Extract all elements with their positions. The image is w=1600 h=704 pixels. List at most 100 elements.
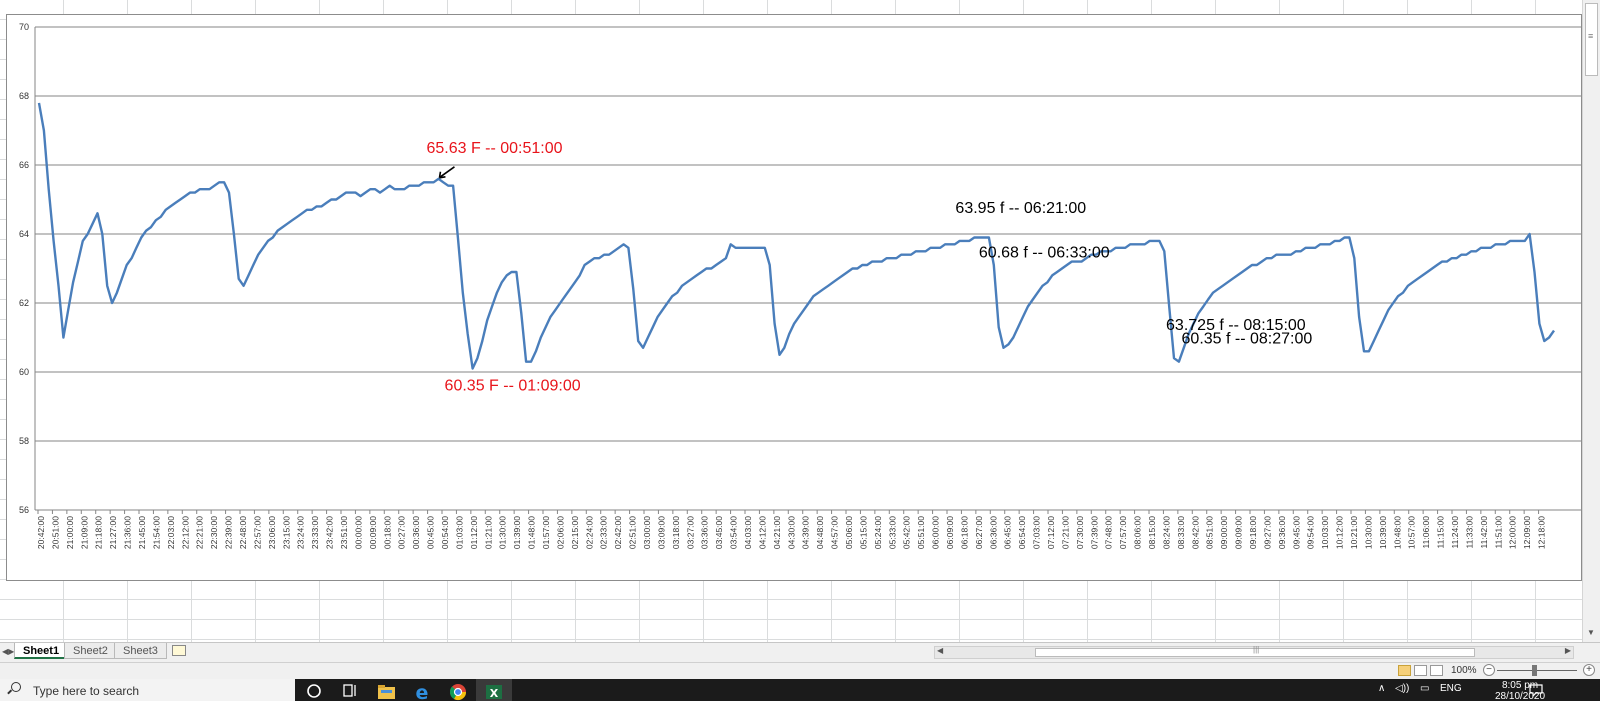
chrome-icon[interactable] bbox=[440, 679, 476, 701]
network-icon[interactable]: ▭ bbox=[1420, 683, 1429, 694]
x-tick-label: 10:03:00 bbox=[1320, 516, 1330, 549]
x-tick-label: 08:24:00 bbox=[1161, 516, 1171, 549]
x-tick-label: 21:18:00 bbox=[94, 516, 104, 549]
svg-text:e: e bbox=[416, 682, 429, 701]
x-tick-label: 06:00:00 bbox=[931, 516, 941, 549]
x-tick-label: 02:42:00 bbox=[613, 516, 623, 549]
x-tick-label: 23:06:00 bbox=[267, 516, 277, 549]
scroll-grip-icon: ≡ bbox=[1588, 31, 1594, 41]
x-tick-label: 06:45:00 bbox=[1003, 516, 1013, 549]
x-tick-label: 00:00:00 bbox=[353, 516, 363, 549]
horizontal-scrollbar[interactable]: ◀ ||| ▶ bbox=[934, 645, 1574, 659]
y-tick-label: 64 bbox=[19, 229, 29, 239]
chart-area[interactable]: 56 58 60 62 64 66 68 70 20:42:00 20:51:00 21:00:00… bbox=[6, 14, 1582, 581]
tab-sheet2[interactable]: Sheet2 bbox=[64, 643, 117, 659]
series-line bbox=[37, 102, 1555, 370]
x-tick-label: 11:42:00 bbox=[1479, 516, 1489, 549]
x-tick-label: 07:12:00 bbox=[1046, 516, 1056, 549]
y-tick-label: 70 bbox=[19, 22, 29, 32]
volume-icon[interactable]: ◁)) bbox=[1395, 683, 1409, 694]
x-tick-label: 05:24:00 bbox=[873, 516, 883, 549]
scroll-right-arrow-icon[interactable]: ▶ bbox=[1565, 646, 1571, 655]
x-tick-label: 02:24:00 bbox=[584, 516, 594, 549]
x-tick-label: 03:54:00 bbox=[729, 516, 739, 549]
normal-view-icon[interactable] bbox=[1398, 665, 1411, 676]
x-tick-label: 21:36:00 bbox=[123, 516, 133, 549]
x-tick-label: 10:48:00 bbox=[1392, 516, 1402, 549]
file-explorer-icon[interactable] bbox=[368, 679, 404, 701]
x-tick-label: 09:27:00 bbox=[1262, 516, 1272, 549]
x-tick-label: 22:21:00 bbox=[195, 516, 205, 549]
x-tick-label: 03:09:00 bbox=[656, 516, 666, 549]
x-tick-label: 07:30:00 bbox=[1075, 516, 1085, 549]
annotation-label: 60.35 f -- 08:27:00 bbox=[1182, 331, 1313, 348]
tab-navigation-icon[interactable]: ◀▶ bbox=[2, 647, 14, 656]
x-tick-label: 22:48:00 bbox=[238, 516, 248, 549]
annotation-label: 63.95 f -- 06:21:00 bbox=[955, 200, 1086, 217]
x-tick-label: 03:27:00 bbox=[685, 516, 695, 549]
x-tick-label: 01:57:00 bbox=[541, 516, 551, 549]
zoom-in-button[interactable]: + bbox=[1583, 664, 1595, 676]
cortana-icon[interactable] bbox=[296, 679, 332, 701]
x-tick-label: 20:42:00 bbox=[36, 516, 46, 549]
page-layout-view-icon[interactable] bbox=[1414, 665, 1427, 676]
x-tick-label: 21:45:00 bbox=[137, 516, 147, 549]
x-tick-label: 06:27:00 bbox=[974, 516, 984, 549]
input-language[interactable]: ENG bbox=[1440, 683, 1462, 694]
edge-icon[interactable]: e bbox=[404, 679, 440, 704]
excel-icon[interactable]: X bbox=[476, 679, 512, 701]
x-tick-label: 00:54:00 bbox=[440, 516, 450, 549]
zoom-slider-handle[interactable] bbox=[1532, 665, 1537, 676]
y-tick-label: 66 bbox=[19, 160, 29, 170]
tab-sheet3[interactable]: Sheet3 bbox=[114, 643, 167, 659]
svg-text:X: X bbox=[490, 687, 499, 700]
x-tick-label: 08:15:00 bbox=[1147, 516, 1157, 549]
x-tick-label: 04:48:00 bbox=[815, 516, 825, 549]
status-bar: 100% − + bbox=[0, 662, 1600, 679]
x-tick-label: 09:45:00 bbox=[1291, 516, 1301, 549]
scroll-left-arrow-icon[interactable]: ◀ bbox=[937, 646, 943, 655]
tab-sheet1[interactable]: Sheet1 bbox=[14, 643, 69, 659]
zoom-level[interactable]: 100% bbox=[1451, 665, 1477, 676]
x-tick-label: 01:12:00 bbox=[469, 516, 479, 549]
x-tick-label: 11:24:00 bbox=[1450, 516, 1460, 549]
x-tick-label: 23:33:00 bbox=[310, 516, 320, 549]
x-tick-label: 04:12:00 bbox=[757, 516, 767, 549]
x-tick-label: 20:51:00 bbox=[50, 516, 60, 549]
notifications-icon[interactable] bbox=[1528, 682, 1544, 698]
x-tick-label: 08:51:00 bbox=[1205, 516, 1215, 549]
x-tick-label: 00:27:00 bbox=[397, 516, 407, 549]
insert-sheet-icon[interactable] bbox=[172, 645, 186, 656]
x-tick-label: 09:00:00 bbox=[1219, 516, 1229, 549]
x-tick-label: 10:21:00 bbox=[1349, 516, 1359, 549]
taskbar-search-box[interactable]: Type here to search bbox=[0, 679, 295, 701]
x-tick-label: 12:18:00 bbox=[1537, 516, 1547, 549]
zoom-out-button[interactable]: − bbox=[1483, 664, 1495, 676]
x-tick-label: 00:09:00 bbox=[368, 516, 378, 549]
x-tick-label: 09:36:00 bbox=[1277, 516, 1287, 549]
x-tick-label: 10:12:00 bbox=[1335, 516, 1345, 549]
x-tick-label: 02:51:00 bbox=[628, 516, 638, 549]
x-tick-label: 05:15:00 bbox=[858, 516, 868, 549]
y-tick-label: 60 bbox=[19, 367, 29, 377]
x-tick-label: 04:03:00 bbox=[743, 516, 753, 549]
x-tick-label: 01:39:00 bbox=[512, 516, 522, 549]
show-hidden-icons-icon[interactable]: ∧ bbox=[1378, 683, 1385, 694]
task-view-icon[interactable] bbox=[332, 679, 368, 701]
x-tick-label: 10:57:00 bbox=[1407, 516, 1417, 549]
x-tick-label: 07:48:00 bbox=[1104, 516, 1114, 549]
x-tick-label: 06:09:00 bbox=[945, 516, 955, 549]
x-tick-label: 04:39:00 bbox=[801, 516, 811, 549]
zoom-slider[interactable] bbox=[1497, 670, 1577, 671]
scroll-down-arrow-icon[interactable]: ▼ bbox=[1587, 628, 1595, 637]
x-tick-label: 04:21:00 bbox=[772, 516, 782, 549]
x-tick-label: 02:33:00 bbox=[599, 516, 609, 549]
page-break-view-icon[interactable] bbox=[1430, 665, 1443, 676]
x-tick-label: 01:48:00 bbox=[527, 516, 537, 549]
x-tick-label: 02:15:00 bbox=[570, 516, 580, 549]
x-tick-label: 03:18:00 bbox=[671, 516, 681, 549]
x-tick-label: 01:03:00 bbox=[454, 516, 464, 549]
vertical-scrollbar[interactable]: ≡ ▼ bbox=[1582, 0, 1600, 642]
annotation-label: 65.63 F -- 00:51:00 bbox=[426, 140, 562, 157]
y-tick-label: 68 bbox=[19, 91, 29, 101]
